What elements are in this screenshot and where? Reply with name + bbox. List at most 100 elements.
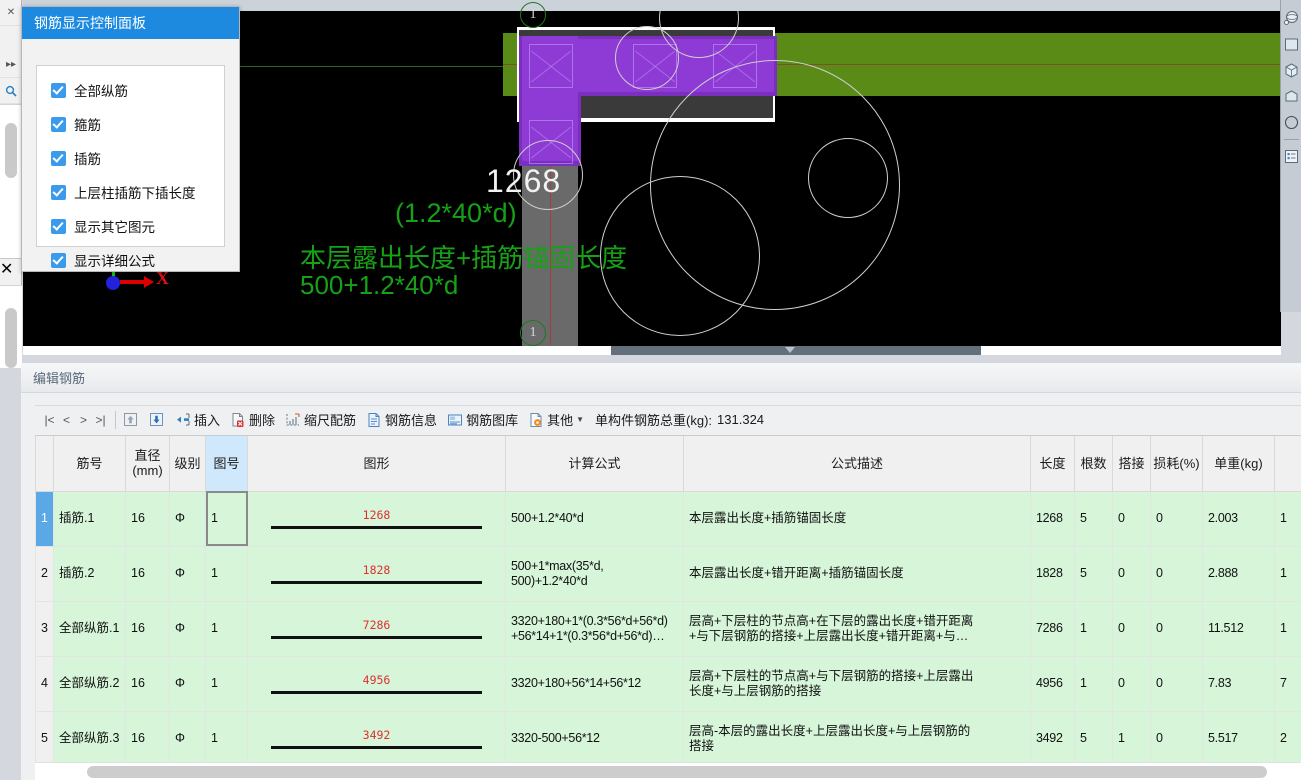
cell-diameter[interactable]: 16: [125, 545, 170, 602]
cell-length[interactable]: 1828: [1030, 545, 1075, 602]
cell-diameter[interactable]: 16: [125, 600, 170, 657]
cell-lap[interactable]: 0: [1112, 490, 1151, 547]
nav-prev-button[interactable]: <: [58, 413, 75, 427]
cell-count[interactable]: 5: [1074, 545, 1113, 602]
cell-unit-weight[interactable]: 5.517: [1202, 710, 1275, 762]
checkbox-icon[interactable]: [51, 82, 66, 98]
header-fig-no[interactable]: 图号: [205, 436, 248, 492]
cell-lap[interactable]: 1: [1112, 710, 1151, 762]
cell-unit-weight[interactable]: 2.888: [1202, 545, 1275, 602]
cell-rebar-name[interactable]: 全部纵筋.2: [53, 655, 126, 712]
cell-formula-desc[interactable]: 本层露出长度+插筋锚固长度: [683, 490, 1031, 547]
header-grade[interactable]: 级别: [169, 436, 206, 492]
front-view-icon[interactable]: [1282, 33, 1301, 56]
member-tag-bottom[interactable]: 1: [520, 320, 546, 346]
cell-count[interactable]: 1: [1074, 600, 1113, 657]
cell-grade[interactable]: Φ: [169, 710, 206, 762]
cell-total-weight[interactable]: 1: [1274, 545, 1301, 602]
left-scrollbar-thumb[interactable]: [5, 123, 17, 178]
header-rebar-name[interactable]: 筋号: [53, 436, 126, 492]
cell-fig-no[interactable]: 1: [205, 710, 248, 762]
scale-rebar-button[interactable]: 缩尺配筋: [284, 410, 356, 429]
expand-right-icon[interactable]: ▸▸: [0, 52, 22, 78]
cell-count[interactable]: 5: [1074, 710, 1113, 762]
checkbox-row-stirrup[interactable]: 箍筋: [51, 114, 212, 134]
header-formula-desc[interactable]: 公式描述: [683, 436, 1031, 492]
left-scrollbar-thumb-secondary[interactable]: [5, 308, 17, 368]
cell-lap[interactable]: 0: [1112, 600, 1151, 657]
header-shape[interactable]: 图形: [247, 436, 506, 492]
table-row[interactable]: 2 插筋.2 16 Φ 1 1828 500+1*max(35*d, 500)+…: [35, 545, 1301, 602]
checkbox-icon[interactable]: [51, 150, 66, 166]
table-row[interactable]: 1 插筋.1 16 Φ 1 1268 500+1.2*40*d 本层露出长度+插…: [35, 490, 1301, 547]
cell-grade[interactable]: Φ: [169, 655, 206, 712]
cell-shape[interactable]: 4956: [247, 655, 506, 712]
header-unit-weight[interactable]: 单重(kg): [1202, 436, 1275, 492]
viewport-horizontal-scrollbar[interactable]: [23, 346, 1281, 355]
cell-grade[interactable]: Φ: [169, 545, 206, 602]
cell-count[interactable]: 1: [1074, 655, 1113, 712]
cell-grade[interactable]: Φ: [169, 490, 206, 547]
cell-rebar-name[interactable]: 插筋.1: [53, 490, 126, 547]
header-diameter[interactable]: 直径(mm): [125, 436, 170, 492]
orbit-3d-icon[interactable]: [1282, 7, 1301, 30]
checkbox-row-show-other-elements[interactable]: 显示其它图元: [51, 216, 212, 236]
cell-shape[interactable]: 1828: [247, 545, 506, 602]
cell-diameter[interactable]: 16: [125, 490, 170, 547]
cell-unit-weight[interactable]: 11.512: [1202, 600, 1275, 657]
header-length[interactable]: 长度: [1030, 436, 1075, 492]
rebar-info-button[interactable]: 钢筋信息: [365, 410, 437, 429]
cell-rebar-name[interactable]: 插筋.2: [53, 545, 126, 602]
cell-unit-weight[interactable]: 7.83: [1202, 655, 1275, 712]
move-down-button[interactable]: [148, 411, 165, 428]
member-tag-top[interactable]: 1: [520, 2, 546, 28]
table-horizontal-scrollbar[interactable]: [35, 762, 1301, 780]
header-loss[interactable]: 损耗(%): [1150, 436, 1203, 492]
cell-count[interactable]: 5: [1074, 490, 1113, 547]
cell-unit-weight[interactable]: 2.003: [1202, 490, 1275, 547]
cell-lap[interactable]: 0: [1112, 655, 1151, 712]
header-total-weight[interactable]: [1274, 436, 1301, 492]
cell-formula[interactable]: 3320+180+1*(0.3*56*d+56*d) +56*14+1*(0.3…: [505, 600, 684, 657]
search-icon[interactable]: [0, 78, 22, 104]
cell-lap[interactable]: 0: [1112, 545, 1151, 602]
checkbox-icon[interactable]: [51, 218, 66, 234]
cell-loss[interactable]: 0: [1150, 545, 1203, 602]
cell-shape[interactable]: 7286: [247, 600, 506, 657]
cell-diameter[interactable]: 16: [125, 710, 170, 762]
cell-loss[interactable]: 0: [1150, 710, 1203, 762]
cell-fig-no[interactable]: 1: [205, 655, 248, 712]
circle-view-icon[interactable]: [1282, 111, 1301, 134]
cell-fig-no[interactable]: 1: [205, 600, 248, 657]
checkbox-row-show-detailed-formula[interactable]: 显示详细公式: [51, 250, 212, 270]
cell-rebar-name[interactable]: 全部纵筋.3: [53, 710, 126, 762]
insert-button[interactable]: 插入: [174, 410, 220, 429]
table-row[interactable]: 5 全部纵筋.3 16 Φ 1 3492 3320-500+56*12 层高-本…: [35, 710, 1301, 762]
chevron-down-icon[interactable]: ▼: [576, 415, 584, 424]
checkbox-row-all-longitudinal[interactable]: 全部纵筋: [51, 80, 212, 100]
properties-list-icon[interactable]: [1282, 145, 1301, 168]
cell-loss[interactable]: 0: [1150, 600, 1203, 657]
cell-fig-no[interactable]: 1: [205, 545, 248, 602]
cell-formula[interactable]: 3320+180+56*14+56*12: [505, 655, 684, 712]
cell-fig-no[interactable]: 1: [205, 490, 248, 547]
checkbox-row-dowel[interactable]: 插筋: [51, 148, 212, 168]
cell-formula-desc[interactable]: 层高-本层的露出长度+上层露出长度+与上层钢筋的 搭接: [683, 710, 1031, 762]
nav-next-button[interactable]: >: [75, 413, 92, 427]
cell-rebar-name[interactable]: 全部纵筋.1: [53, 600, 126, 657]
cell-length[interactable]: 3492: [1030, 710, 1075, 762]
cell-total-weight[interactable]: 1: [1274, 600, 1301, 657]
close-icon-secondary[interactable]: ✕: [0, 259, 21, 279]
cell-length[interactable]: 4956: [1030, 655, 1075, 712]
viewport-scrollbar-thumb[interactable]: [611, 346, 981, 355]
checkbox-icon[interactable]: [51, 116, 66, 132]
nav-first-button[interactable]: |<: [41, 413, 58, 427]
rebar-display-control-panel[interactable]: 钢筋显示控制面板 全部纵筋 箍筋 插筋 上层柱插筋下插长度 显示其它图元 显示详…: [21, 6, 240, 272]
checkbox-icon[interactable]: [51, 252, 66, 268]
cell-formula[interactable]: 500+1*max(35*d, 500)+1.2*40*d: [505, 545, 684, 602]
cell-loss[interactable]: 0: [1150, 655, 1203, 712]
isometric-cube-icon[interactable]: [1282, 59, 1301, 82]
cell-total-weight[interactable]: 7: [1274, 655, 1301, 712]
close-icon[interactable]: ✕: [0, 0, 22, 26]
cell-formula-desc[interactable]: 层高+下层柱的节点高+与下层钢筋的搭接+上层露出 长度+与上层钢筋的搭接: [683, 655, 1031, 712]
